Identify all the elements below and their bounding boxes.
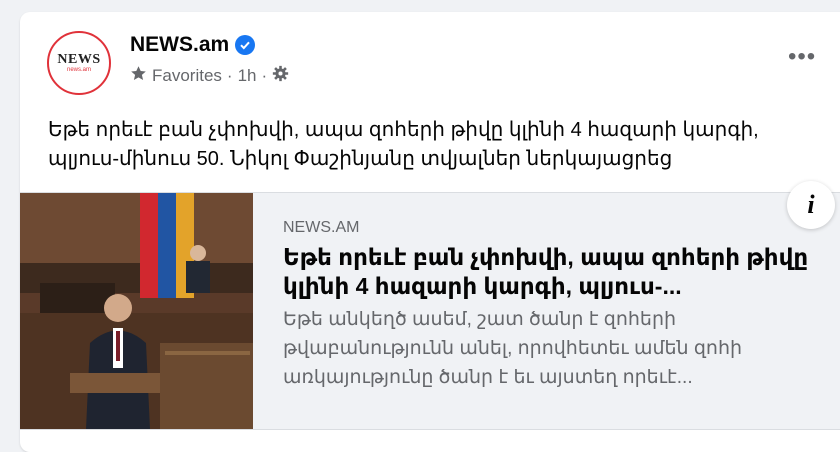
- meta-separator-2: ·: [261, 66, 268, 85]
- star-icon: [130, 65, 147, 87]
- verified-badge-icon: [235, 35, 256, 55]
- favorites-label[interactable]: Favorites: [152, 66, 222, 86]
- page-avatar[interactable]: NEWS news.am: [47, 31, 111, 95]
- preview-body[interactable]: NEWS.AM Եթե որեւէ բան չփոխվի, ապա զոհերի…: [283, 219, 823, 392]
- gear-icon[interactable]: [272, 65, 289, 87]
- page-name-row: NEWS.am: [130, 33, 256, 57]
- post-card: NEWS news.am NEWS.am Favorites · 1h · ••: [20, 12, 840, 452]
- preview-image[interactable]: [20, 193, 253, 429]
- preview-headline[interactable]: Եթե որեւէ բան չփոխվի, ապա զոհերի թիվը կլ…: [283, 243, 823, 301]
- more-options-icon[interactable]: •••: [788, 45, 816, 69]
- post-timestamp[interactable]: 1h: [238, 66, 257, 86]
- link-preview[interactable]: NEWS.AM Եթե որեւէ բան չփոխվի, ապա զոհերի…: [20, 181, 840, 430]
- info-icon[interactable]: i: [787, 181, 835, 229]
- avatar-logo-text: NEWS: [57, 51, 101, 67]
- post-meta: Favorites · 1h ·: [130, 65, 289, 87]
- post-text: Եթե որեւէ բան չփոխվի, ապա զոհերի թիվը կլ…: [48, 119, 759, 170]
- preview-description: Եթե անկեղծ ասեմ, շատ ծանր է զոհերի թվաբա…: [283, 309, 743, 388]
- avatar-logo-subtext: news.am: [66, 66, 91, 73]
- preview-domain: NEWS.AM: [283, 219, 360, 236]
- page-name-link[interactable]: NEWS.am: [130, 33, 229, 57]
- meta-separator-1: ·: [226, 66, 233, 85]
